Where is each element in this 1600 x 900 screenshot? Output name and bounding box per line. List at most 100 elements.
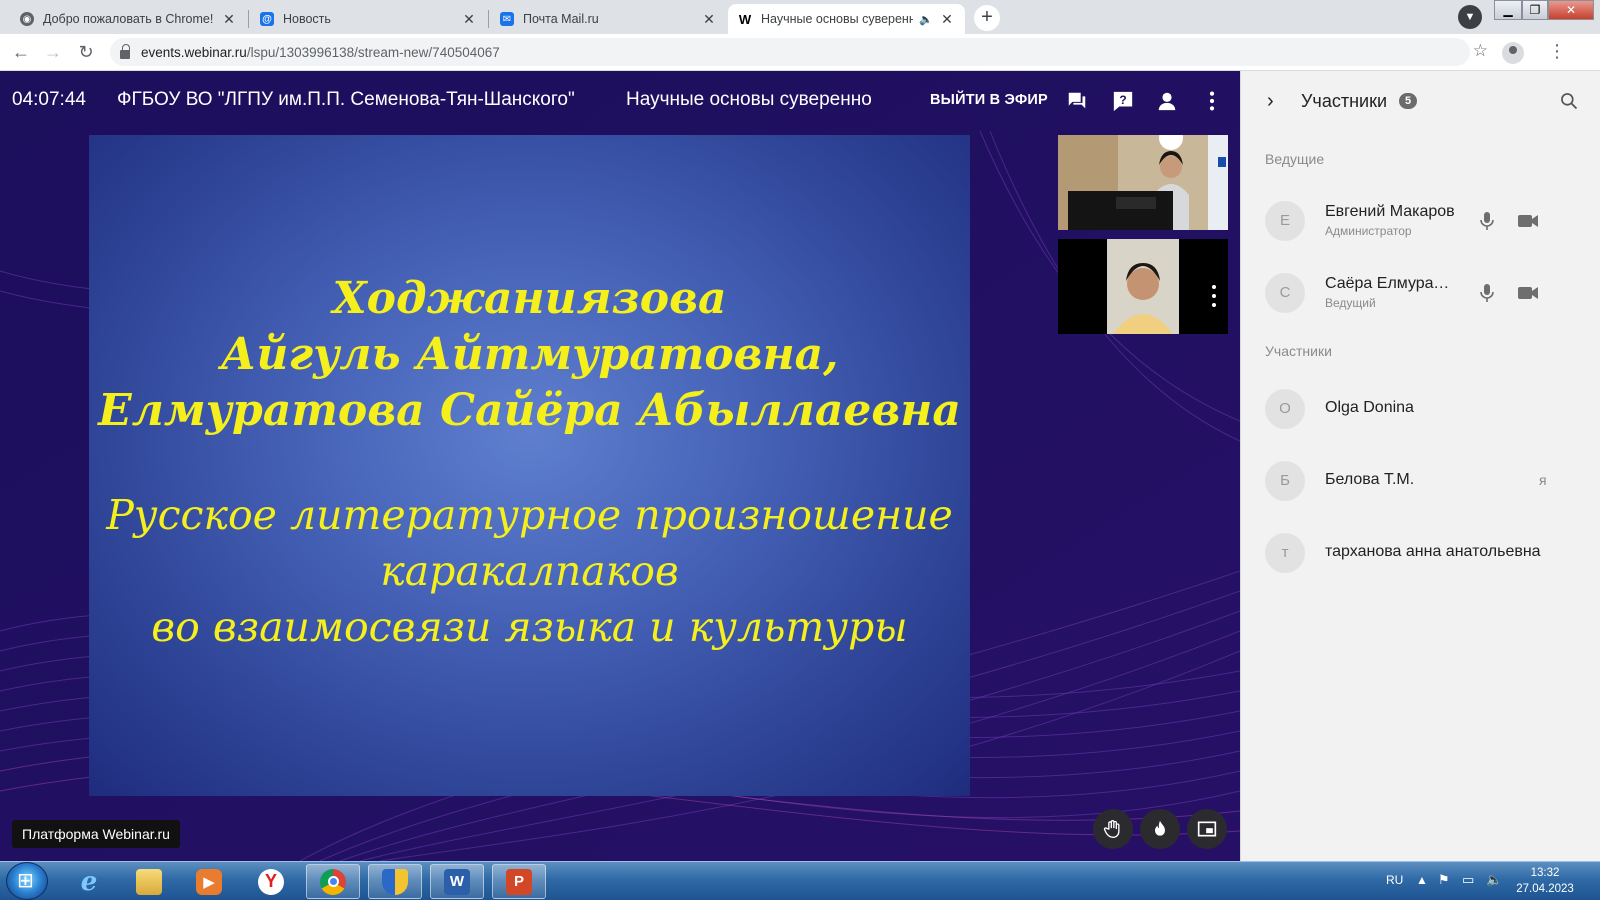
tab-separator [248, 10, 249, 28]
microphone-icon[interactable] [1479, 283, 1495, 303]
show-hidden-icons-icon[interactable]: ▲ [1416, 873, 1428, 887]
address-bar[interactable]: events.webinar.ru/lspu/1303996138/stream… [110, 38, 1470, 66]
url-path: /lspu/1303996138/stream-new/740504067 [246, 44, 500, 60]
tab-chrome-welcome[interactable]: ◉ Добро пожаловать в Chrome! ✕ [10, 4, 247, 34]
webinar-stage: 04:07:44 ФГБОУ ВО "ЛГПУ им.П.П. Семенова… [0, 71, 1240, 861]
browser-toolbar: ← → ↻ events.webinar.ru/lspu/1303996138/… [0, 34, 1600, 71]
event-title: Научные основы суверенно [626, 89, 872, 110]
question-icon[interactable]: ? [1112, 90, 1134, 112]
tab-mail[interactable]: ✉ Почта Mail.ru ✕ [490, 4, 727, 34]
tab-webinar[interactable]: W Научные основы суверенно 🔈 ✕ [728, 4, 965, 34]
avatar: O [1265, 389, 1305, 429]
slide-topic-line: во взаимосвязи языка и культуры [151, 603, 908, 651]
taskbar-media-player[interactable]: ▶ [182, 864, 236, 899]
broadcast-timer: 04:07:44 [12, 89, 86, 110]
reactions-button[interactable] [1140, 809, 1180, 849]
participant-row[interactable]: С Саёра Елмуратова Ведущий [1265, 271, 1585, 315]
participants-panel: › Участники 5 Ведущие Е Евгений Макаров … [1240, 71, 1600, 861]
internet-explorer-icon: e [80, 866, 98, 897]
clock-date: 27.04.2023 [1516, 883, 1574, 895]
lock-icon[interactable] [120, 43, 130, 59]
yandex-icon: Y [258, 868, 284, 895]
collapse-panel-chevron-icon[interactable]: › [1267, 90, 1274, 113]
browser-menu-icon[interactable]: ⋮ [1548, 41, 1566, 61]
chrome-icon: ◉ [20, 12, 34, 26]
participant-row[interactable]: Е Евгений Макаров Администратор [1265, 199, 1585, 243]
tab-title: Новость [283, 12, 331, 26]
participant-name: Саёра Елмуратова [1325, 275, 1455, 292]
word-icon: W [444, 868, 470, 895]
folder-icon [136, 868, 162, 895]
start-button[interactable] [6, 862, 48, 900]
slide-speaker-names: Ходжаниязова Айгуль Айтмуратовна, Елмура… [89, 271, 970, 439]
taskbar-yandex-browser[interactable]: Y [244, 864, 298, 899]
webinar-w-icon: W [738, 11, 752, 27]
more-vertical-icon[interactable] [1201, 90, 1223, 112]
speaker-video-2[interactable] [1058, 239, 1228, 334]
go-on-air-button[interactable]: ВЫЙТИ В ЭФИР [930, 92, 1048, 108]
network-icon[interactable]: ▭ [1462, 872, 1474, 888]
participant-name: Евгений Макаров [1325, 203, 1455, 220]
taskbar-clock[interactable]: 13:32 27.04.2023 [1510, 865, 1580, 897]
avatar: Б [1265, 461, 1305, 501]
forward-arrow-icon[interactable]: → [41, 40, 65, 64]
platform-label: Платформа Webinar.ru [12, 820, 180, 848]
participant-role: Ведущий [1325, 296, 1376, 310]
camera-icon[interactable] [1517, 213, 1539, 229]
participant-name: Белова Т.М. [1325, 471, 1415, 488]
slide-topic-line: каракалпаков [380, 547, 679, 595]
audio-playing-icon[interactable]: 🔈 [919, 13, 933, 26]
speaker-video-1[interactable] [1058, 135, 1228, 230]
avatar: т [1265, 533, 1305, 573]
fire-icon [1155, 820, 1165, 836]
organization-name: ФГБОУ ВО "ЛГПУ им.П.П. Семенова-Тян-Шанс… [117, 89, 575, 110]
participants-person-icon[interactable] [1156, 90, 1178, 112]
hosts-section-label: Ведущие [1265, 151, 1325, 167]
close-tab-icon[interactable]: ✕ [221, 11, 237, 28]
back-arrow-icon[interactable]: ← [9, 40, 33, 64]
close-tab-icon[interactable]: ✕ [939, 11, 955, 28]
camera-icon[interactable] [1517, 285, 1539, 301]
avatar: С [1265, 273, 1305, 313]
video-options-icon[interactable] [1212, 285, 1216, 312]
tab-title: Почта Mail.ru [523, 12, 599, 26]
picture-in-picture-button[interactable] [1187, 809, 1227, 849]
taskbar-file-explorer[interactable] [122, 864, 176, 899]
raise-hand-button[interactable] [1093, 809, 1133, 849]
close-window-button[interactable]: ✕ [1548, 0, 1594, 20]
action-center-flag-icon[interactable]: ⚑ [1438, 872, 1450, 888]
search-icon[interactable] [1559, 91, 1579, 111]
volume-icon[interactable]: 🔈 [1486, 872, 1502, 888]
reload-icon[interactable]: ↻ [74, 40, 98, 64]
participants-count-badge: 5 [1399, 93, 1417, 109]
microphone-icon[interactable] [1479, 211, 1495, 231]
windows-taskbar: e ▶ Y W P RU ▲ ⚑ ▭ 🔈 13:32 27.04.2023 [0, 861, 1600, 900]
tab-news[interactable]: @ Новость ✕ [250, 4, 487, 34]
bookmark-star-icon[interactable]: ☆ [1473, 41, 1488, 61]
participant-row[interactable]: т тарханова анна анатольевна [1265, 531, 1585, 575]
taskbar-chrome[interactable] [306, 864, 360, 899]
url-host: events.webinar.ru [141, 44, 247, 60]
participants-header: › Участники 5 [1241, 71, 1600, 131]
taskbar-security-center[interactable] [368, 864, 422, 899]
presenter-video-frame [1058, 135, 1228, 230]
maximize-window-button[interactable]: ❐ [1522, 0, 1548, 20]
mail-envelope-icon: ✉ [500, 12, 514, 26]
participant-row[interactable]: Б Белова Т.М. я [1265, 459, 1585, 503]
chat-icon[interactable] [1066, 90, 1088, 112]
language-indicator[interactable]: RU [1386, 873, 1403, 887]
minimize-window-button[interactable]: ▁ [1494, 0, 1522, 20]
tab-title: Научные основы суверенно [761, 12, 914, 26]
taskbar-powerpoint[interactable]: P [492, 864, 546, 899]
participant-row[interactable]: O Olga Donina [1265, 387, 1585, 431]
profile-dropdown-icon[interactable]: ▼ [1458, 5, 1482, 29]
browser-tab-strip: ◉ Добро пожаловать в Chrome! ✕ @ Новость… [0, 0, 1600, 34]
new-tab-button[interactable]: + [974, 5, 1000, 31]
close-tab-icon[interactable]: ✕ [701, 11, 717, 28]
close-tab-icon[interactable]: ✕ [461, 11, 477, 28]
slide-topic: Русское литературное произношение карака… [89, 487, 970, 655]
taskbar-internet-explorer[interactable]: e [62, 864, 116, 899]
account-avatar-icon[interactable] [1502, 42, 1524, 64]
chrome-icon [320, 868, 346, 895]
taskbar-word[interactable]: W [430, 864, 484, 899]
